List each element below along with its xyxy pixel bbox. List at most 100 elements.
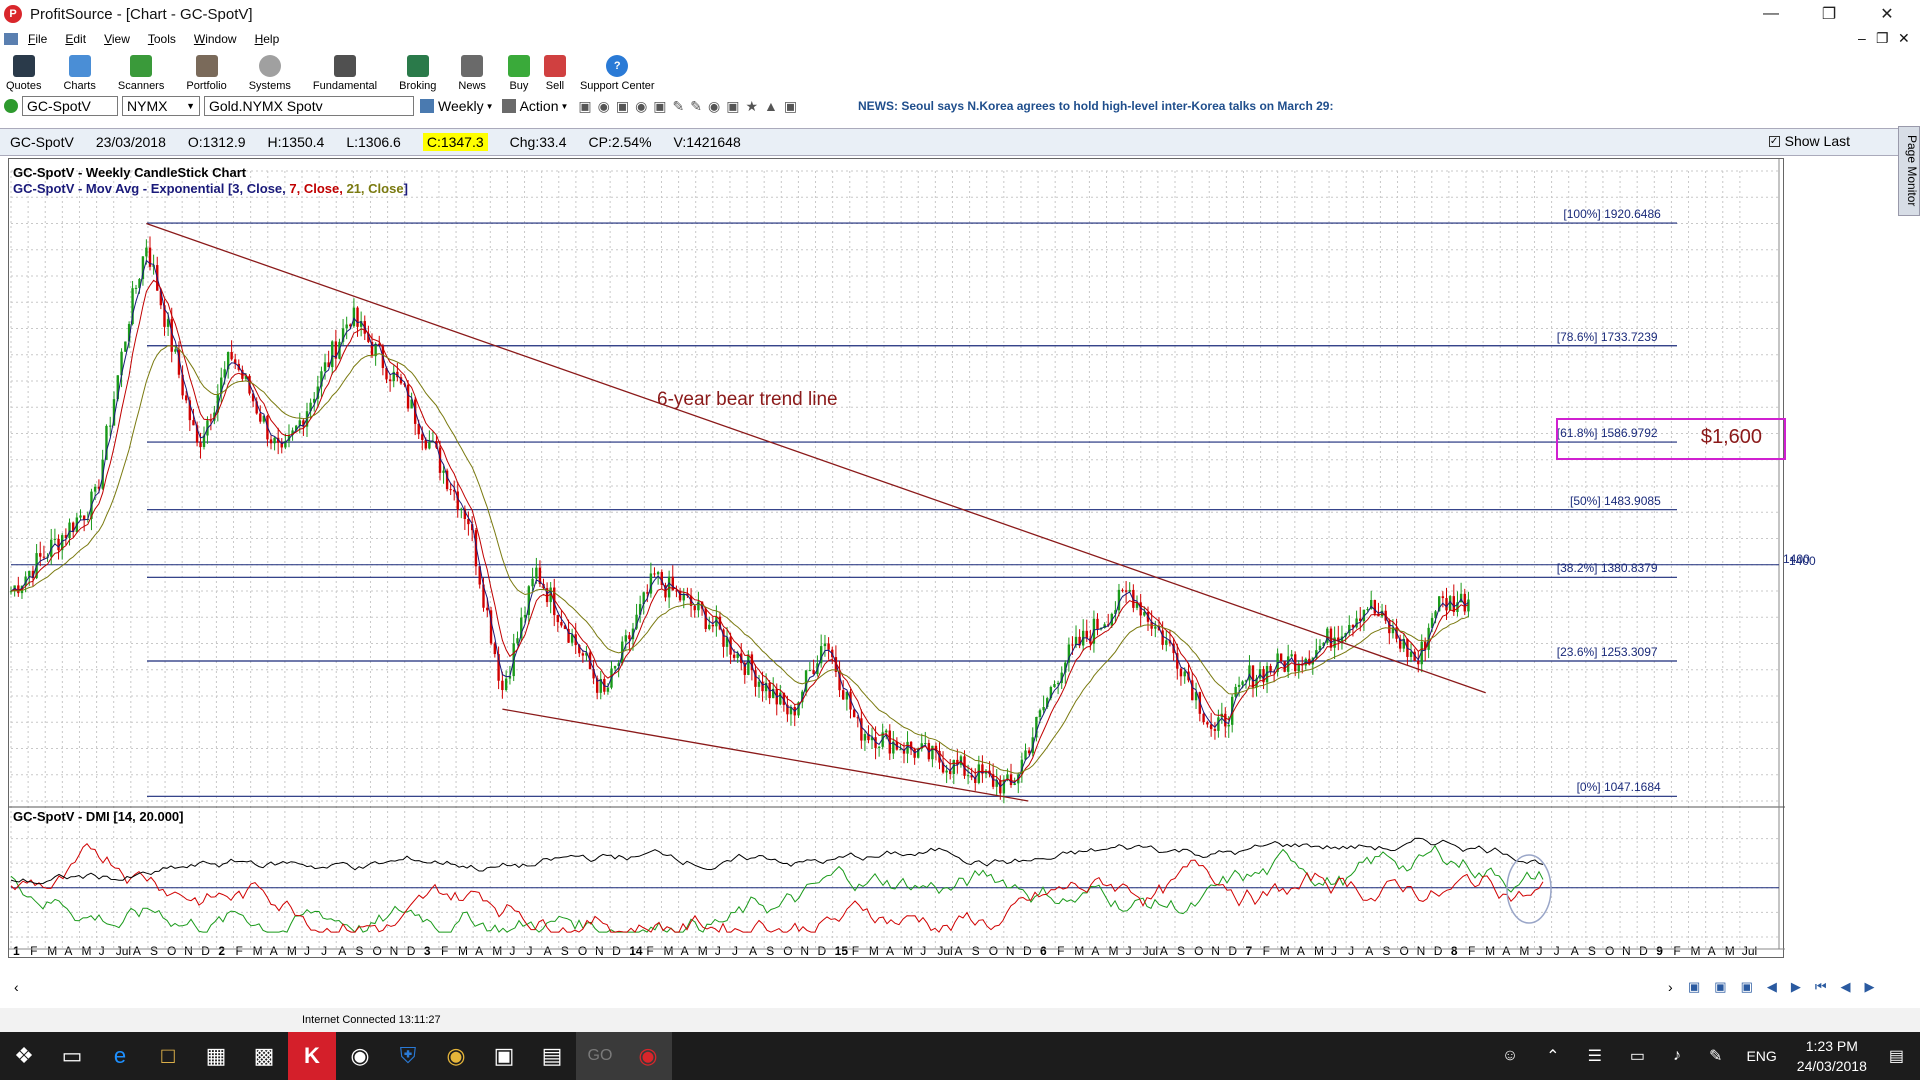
- minimize-button[interactable]: —: [1742, 0, 1800, 28]
- month-tick-label: Jul: [116, 944, 131, 958]
- month-tick-label: A: [1365, 944, 1373, 958]
- zoom-nav-icons[interactable]: ▣▣▣◀▶⏮◀▶: [1688, 979, 1889, 995]
- menu-help[interactable]: Help: [255, 32, 280, 46]
- trend-line: [146, 222, 1486, 694]
- buy-button[interactable]: Buy: [507, 55, 530, 92]
- chevron-up-icon[interactable]: ⌃: [1546, 1046, 1559, 1066]
- k-app-icon[interactable]: K: [288, 1032, 336, 1080]
- candle-body: [1202, 713, 1205, 723]
- month-tick-label: J: [304, 944, 310, 958]
- battery-icon[interactable]: ▭: [1630, 1046, 1645, 1066]
- edge-icon[interactable]: e: [96, 1032, 144, 1080]
- mdi-restore-button[interactable]: ❐: [1876, 30, 1889, 47]
- candle-body: [388, 379, 392, 382]
- language-indicator[interactable]: ENG: [1746, 1048, 1776, 1064]
- chevron-down-icon[interactable]: ▼: [486, 102, 494, 111]
- chevron-down-icon[interactable]: ▼: [561, 102, 569, 111]
- portfolio-button[interactable]: Portfolio: [186, 55, 227, 92]
- restore-button[interactable]: ❐: [1800, 0, 1858, 28]
- explorer-icon[interactable]: ▤: [528, 1032, 576, 1080]
- menu-file[interactable]: File: [28, 32, 47, 46]
- fundamental-button[interactable]: Fundamental: [313, 55, 377, 92]
- chrome-icon[interactable]: ◉: [432, 1032, 480, 1080]
- calculator-icon[interactable]: ▩: [240, 1032, 288, 1080]
- systems-button[interactable]: Systems: [249, 55, 291, 92]
- action-icon: [501, 99, 516, 113]
- price-target-label: $1,600: [1700, 426, 1762, 448]
- chart-panel[interactable]: 1 F M A M J Jul A S O N D 2 F M A M J J A S O N D 3 F M A M J J A S O N D 14…: [8, 158, 1816, 959]
- scroll-left-icon[interactable]: ‹: [14, 979, 19, 995]
- pen-icon[interactable]: ✎: [1709, 1046, 1722, 1066]
- exchange-select[interactable]: NYMX ▼: [122, 96, 200, 116]
- news-ticker[interactable]: NEWS: Seoul says N.Korea agrees to hold …: [858, 99, 1333, 113]
- candle-body: [747, 654, 750, 675]
- month-tick-label: S: [1382, 944, 1390, 958]
- chart-scrollbar[interactable]: ‹ › ▣▣▣◀▶⏮◀▶: [8, 979, 1890, 999]
- month-tick-label: F: [1263, 944, 1270, 958]
- shield-icon[interactable]: ⛨: [384, 1032, 432, 1080]
- period-select[interactable]: Weekly: [438, 98, 484, 114]
- notification-icon[interactable]: ▤: [1889, 1046, 1904, 1066]
- action-menu[interactable]: Action: [520, 98, 559, 114]
- month-tick-label: 7: [1245, 944, 1252, 958]
- symbol-input[interactable]: GC-SpotV: [22, 96, 118, 116]
- month-tick-label: N: [390, 944, 399, 958]
- month-tick-label: D: [1434, 944, 1443, 958]
- volume-icon[interactable]: ♪: [1673, 1047, 1681, 1065]
- ema-3-line: [10, 259, 1469, 788]
- camera-icon[interactable]: ▣: [480, 1032, 528, 1080]
- month-tick-label: J: [1126, 944, 1132, 958]
- support-center-button[interactable]: ? Support Center: [580, 55, 655, 92]
- price-chart-svg[interactable]: 1 F M A M J Jul A S O N D 2 F M A M J J A S O N D 3 F M A M J J A S O N D 14…: [9, 159, 1785, 959]
- month-tick-label: O: [167, 944, 176, 958]
- go-app-icon[interactable]: GO: [576, 1032, 624, 1080]
- candle-body: [1234, 686, 1237, 697]
- menu-window[interactable]: Window: [194, 32, 237, 46]
- taskbar-clock[interactable]: 1:23 PM 24/03/2018: [1797, 1036, 1867, 1076]
- candle-body: [693, 605, 696, 611]
- mdi-close-button[interactable]: ✕: [1898, 30, 1910, 47]
- charts-button[interactable]: Charts: [63, 55, 96, 92]
- checkbox-icon[interactable]: ✓: [1768, 135, 1780, 147]
- candle-body: [230, 351, 233, 360]
- scanners-button[interactable]: Scanners: [118, 55, 164, 92]
- people-icon[interactable]: ☺: [1502, 1047, 1518, 1065]
- fib-level-label: [23.6%] 1253.3097: [1556, 645, 1658, 659]
- file-explorer-icon[interactable]: □: [144, 1032, 192, 1080]
- profitsource-icon[interactable]: ◉: [624, 1032, 672, 1080]
- news-button[interactable]: News: [458, 55, 486, 92]
- profitsource-logo-icon[interactable]: P: [4, 5, 22, 23]
- close-button[interactable]: ✕: [1858, 0, 1916, 28]
- chart-tool-icons[interactable]: ▣◉▣◉▣✎✎◉▣★▲▣: [578, 98, 803, 115]
- month-tick-label: A: [886, 944, 894, 958]
- month-tick-label: M: [903, 944, 913, 958]
- broking-button[interactable]: Broking: [399, 55, 436, 92]
- app-icon[interactable]: ◉: [336, 1032, 384, 1080]
- menu-tools[interactable]: Tools: [148, 32, 176, 46]
- month-tick-label: N: [184, 944, 193, 958]
- page-monitor-tab[interactable]: Page Monitor: [1898, 126, 1920, 216]
- menu-view[interactable]: View: [104, 32, 130, 46]
- quotes-button[interactable]: Quotes: [6, 55, 41, 92]
- main-toolbar: Quotes Charts Scanners Portfolio Systems…: [0, 48, 1920, 92]
- month-tick-label: M: [1314, 944, 1324, 958]
- document-icon[interactable]: [4, 33, 18, 45]
- scroll-right-icon[interactable]: ›: [1668, 979, 1673, 995]
- candle-body: [192, 420, 195, 426]
- wifi-icon[interactable]: ☰: [1588, 1046, 1602, 1066]
- sell-button[interactable]: Sell: [543, 55, 566, 92]
- task-view-icon[interactable]: ▭: [48, 1032, 96, 1080]
- mdi-minimize-button[interactable]: –: [1858, 30, 1866, 46]
- candle-body: [560, 622, 563, 626]
- go-icon[interactable]: [4, 99, 18, 113]
- candle-body: [1417, 660, 1420, 665]
- quote-symbol: GC-SpotV: [10, 134, 74, 150]
- candle-body: [273, 437, 276, 444]
- candle-body: [53, 538, 57, 540]
- month-tick-label: 14: [629, 944, 643, 958]
- quote-date: 23/03/2018: [95, 134, 166, 150]
- show-last-toggle[interactable]: ✓ Show Last: [1768, 133, 1850, 149]
- menu-edit[interactable]: Edit: [65, 32, 86, 46]
- store-icon[interactable]: ▦: [192, 1032, 240, 1080]
- windows-start-icon[interactable]: ❖: [0, 1032, 48, 1080]
